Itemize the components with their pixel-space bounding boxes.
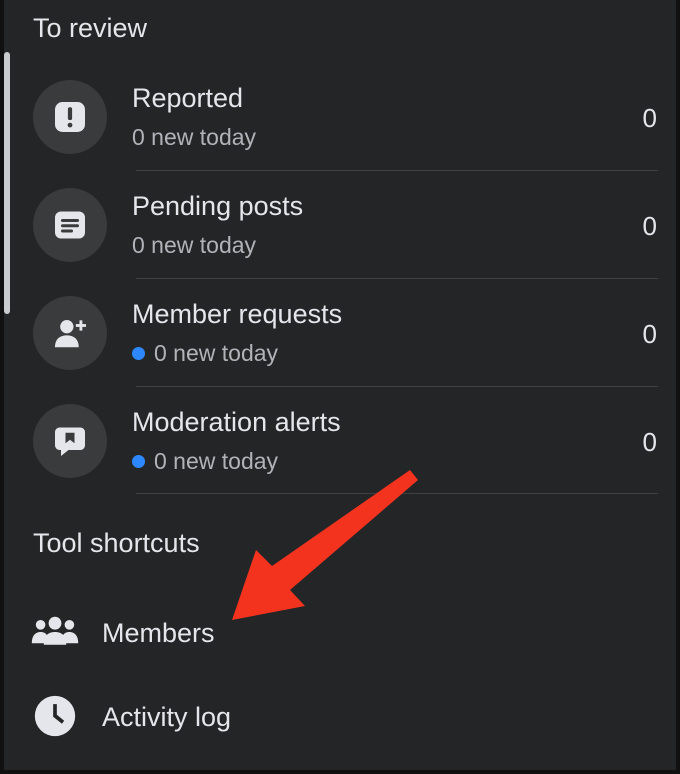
- section-title-tool-shortcuts: Tool shortcuts: [33, 528, 200, 558]
- clock-icon: [31, 692, 79, 740]
- add-user-icon: [33, 296, 107, 370]
- tool-item-activity-log[interactable]: Activity log: [0, 682, 680, 752]
- review-subtext-label: 0 new today: [132, 232, 257, 258]
- review-label: Moderation alerts: [132, 407, 341, 437]
- divider: [136, 493, 658, 494]
- review-count: 0: [642, 427, 657, 457]
- tool-label: Activity log: [102, 702, 232, 732]
- section-title-to-review: To review: [33, 13, 148, 43]
- review-subtext-label: 0 new today: [154, 448, 279, 474]
- unread-dot: [132, 347, 145, 360]
- review-item-reported[interactable]: Reported 0 new today 0: [0, 63, 680, 171]
- review-subtext: 0 new today: [132, 340, 278, 367]
- review-subtext: 0 new today: [132, 448, 278, 475]
- alert-bubble-icon: [33, 404, 107, 478]
- review-item-member-requests[interactable]: Member requests 0 new today 0: [0, 279, 680, 387]
- people-icon: [31, 608, 79, 656]
- review-subtext-label: 0 new today: [132, 124, 257, 150]
- review-count: 0: [642, 211, 657, 241]
- post-icon: [33, 188, 107, 262]
- review-subtext-label: 0 new today: [154, 340, 279, 366]
- tool-label: Members: [102, 618, 215, 648]
- exclamation-icon: [33, 80, 107, 154]
- review-label: Member requests: [132, 299, 343, 329]
- review-subtext: 0 new today: [132, 232, 256, 259]
- review-label: Reported: [132, 83, 244, 113]
- tool-item-members[interactable]: Members: [0, 598, 680, 668]
- review-count: 0: [642, 319, 657, 349]
- review-count: 0: [642, 103, 657, 133]
- review-label: Pending posts: [132, 191, 304, 221]
- review-subtext: 0 new today: [132, 124, 256, 151]
- unread-dot: [132, 455, 145, 468]
- review-item-pending-posts[interactable]: Pending posts 0 new today 0: [0, 171, 680, 279]
- review-item-moderation-alerts[interactable]: Moderation alerts 0 new today 0: [0, 387, 680, 495]
